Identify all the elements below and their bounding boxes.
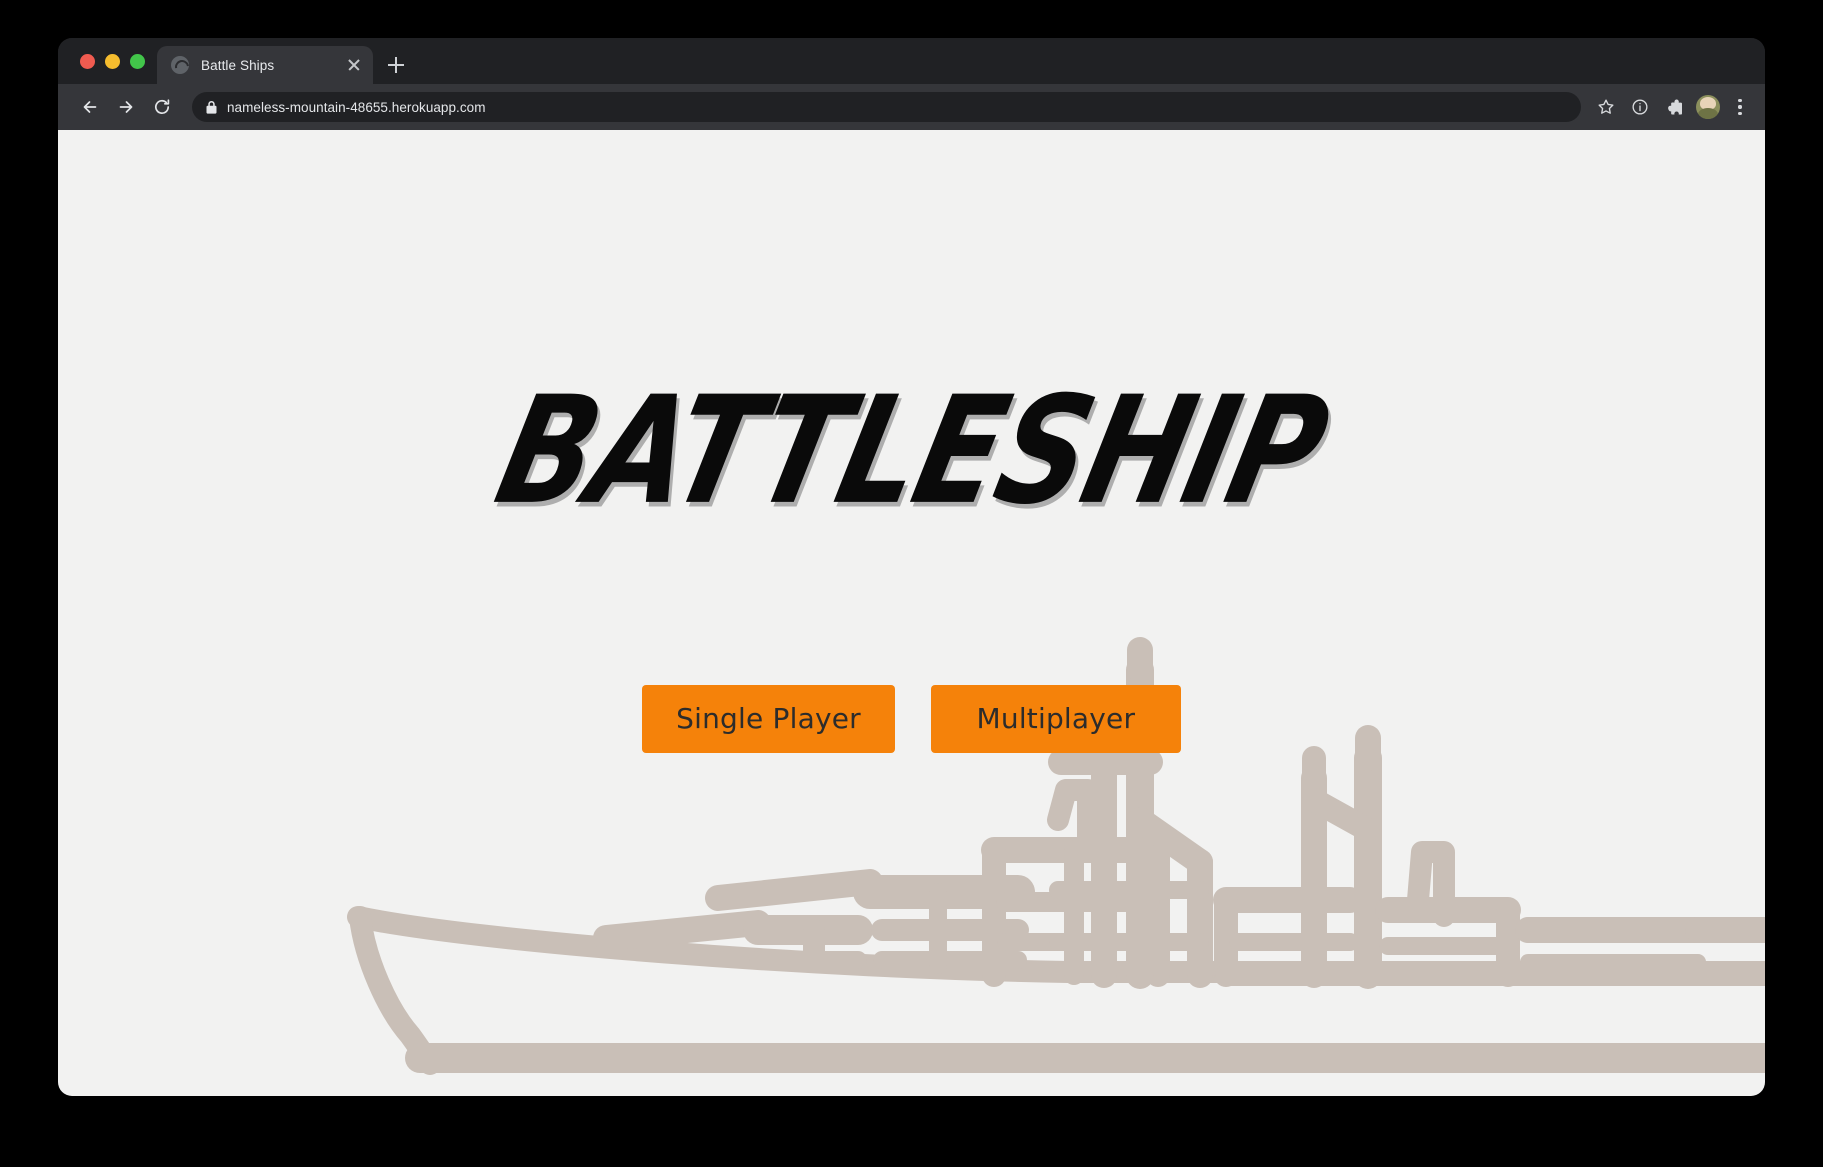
extensions-button[interactable] [1659,92,1689,122]
bookmark-star-button[interactable] [1591,92,1621,122]
browser-window: Battle Ships [58,38,1765,1096]
url-text: nameless-mountain-48655.herokuapp.com [227,100,486,115]
forward-button[interactable] [110,91,142,123]
page-viewport: BATTLESHIP Single Player Multiplayer [58,130,1765,1096]
window-traffic-lights [72,38,157,84]
back-button[interactable] [74,91,106,123]
info-circle-icon [1631,98,1649,116]
page-title: BATTLESHIP [75,378,1748,526]
page-info-button[interactable] [1625,92,1655,122]
browser-menu-button[interactable] [1727,92,1753,122]
multiplayer-button[interactable]: Multiplayer [931,685,1181,753]
tab-title: Battle Ships [201,58,333,73]
lock-icon [206,101,217,114]
new-tab-button[interactable] [379,46,413,84]
browser-tab[interactable]: Battle Ships [157,46,373,84]
game-mode-buttons: Single Player Multiplayer [58,685,1765,753]
menu-dot [1738,105,1741,108]
battleship-illustration [58,130,1765,1096]
menu-dot [1738,112,1741,115]
address-bar[interactable]: nameless-mountain-48655.herokuapp.com [192,92,1581,122]
arrow-right-icon [116,97,136,117]
puzzle-piece-icon [1665,98,1684,117]
tab-strip: Battle Ships [58,38,1765,84]
arrow-left-icon [80,97,100,117]
desktop-backdrop: Battle Ships [0,0,1823,1167]
browser-toolbar: nameless-mountain-48655.herokuapp.com [58,84,1765,130]
reload-button[interactable] [146,91,178,123]
maximize-window-button[interactable] [130,54,145,69]
menu-dot [1738,99,1741,102]
close-window-button[interactable] [80,54,95,69]
reload-icon [152,97,172,117]
close-tab-icon[interactable] [345,56,363,74]
minimize-window-button[interactable] [105,54,120,69]
single-player-button[interactable]: Single Player [642,685,895,753]
spiral-favicon-icon [171,56,189,74]
profile-avatar[interactable] [1696,95,1720,119]
star-icon [1597,98,1615,116]
